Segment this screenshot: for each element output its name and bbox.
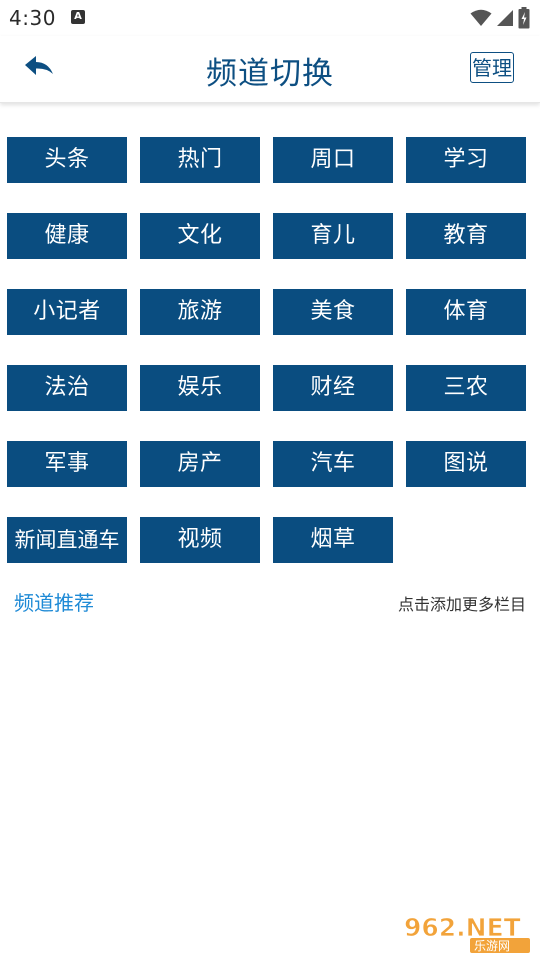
channel-meishi[interactable]: 美食 bbox=[273, 289, 393, 335]
channel-fangchan[interactable]: 房产 bbox=[140, 441, 260, 487]
wifi-icon bbox=[470, 9, 492, 26]
notification-a-icon: A bbox=[71, 10, 85, 24]
watermark-sub: 乐游网 bbox=[474, 939, 510, 953]
status-bar: 4:30 A bbox=[0, 0, 540, 36]
battery-icon bbox=[518, 7, 530, 29]
status-icons bbox=[470, 6, 530, 30]
channel-wenhua[interactable]: 文化 bbox=[140, 213, 260, 259]
page-title: 频道切换 bbox=[206, 56, 334, 92]
watermark-brand: 962.NET bbox=[404, 913, 521, 942]
header-bar: 频道切换 管理 bbox=[0, 36, 540, 103]
channel-jiankang[interactable]: 健康 bbox=[7, 213, 127, 259]
channel-qiche[interactable]: 汽车 bbox=[273, 441, 393, 487]
channel-xinwenzhitongche[interactable]: 新闻直通车 bbox=[7, 517, 127, 563]
recommend-hint: 点击添加更多栏目 bbox=[397, 595, 526, 614]
channel-remen[interactable]: 热门 bbox=[140, 137, 260, 183]
channel-fazhi[interactable]: 法治 bbox=[7, 365, 127, 411]
channel-junshi[interactable]: 军事 bbox=[7, 441, 127, 487]
channel-zhoukou[interactable]: 周口 bbox=[273, 137, 393, 183]
channel-grid: 头条 热门 周口 学习 健康 文化 育儿 教育 小记者 旅游 美食 体育 法治 … bbox=[7, 137, 533, 563]
status-time: 4:30 bbox=[9, 6, 56, 30]
channel-yancao[interactable]: 烟草 bbox=[273, 517, 393, 563]
channel-sannong[interactable]: 三农 bbox=[406, 365, 526, 411]
channel-tushuo[interactable]: 图说 bbox=[406, 441, 526, 487]
channel-yule[interactable]: 娱乐 bbox=[140, 365, 260, 411]
channel-tiyu[interactable]: 体育 bbox=[406, 289, 526, 335]
watermark-logo: 962.NET 乐游网 bbox=[404, 913, 530, 953]
channel-jiaoyu[interactable]: 教育 bbox=[406, 213, 526, 259]
signal-icon bbox=[497, 10, 513, 26]
channel-shipin[interactable]: 视频 bbox=[140, 517, 260, 563]
channel-yuer[interactable]: 育儿 bbox=[273, 213, 393, 259]
channel-toutiao[interactable]: 头条 bbox=[7, 137, 127, 183]
channel-xiaojizhe[interactable]: 小记者 bbox=[7, 289, 127, 335]
manage-button[interactable]: 管理 bbox=[470, 52, 514, 83]
channel-xuexi[interactable]: 学习 bbox=[406, 137, 526, 183]
channel-caijing[interactable]: 财经 bbox=[273, 365, 393, 411]
recommend-section-label: 频道推荐 bbox=[14, 591, 94, 615]
channel-lvyou[interactable]: 旅游 bbox=[140, 289, 260, 335]
